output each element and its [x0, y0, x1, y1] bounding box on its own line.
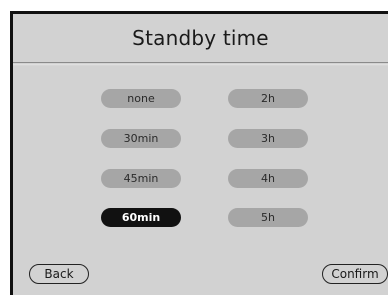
option-45min[interactable]: 45min	[101, 169, 181, 188]
title-divider	[13, 62, 388, 66]
option-none[interactable]: none	[101, 89, 181, 108]
option-3h[interactable]: 3h	[228, 129, 308, 148]
back-button[interactable]: Back	[29, 264, 89, 284]
option-60min[interactable]: 60min	[101, 208, 181, 227]
confirm-button[interactable]: Confirm	[322, 264, 388, 284]
page-title: Standby time	[132, 26, 269, 50]
option-30min[interactable]: 30min	[101, 129, 181, 148]
option-2h[interactable]: 2h	[228, 89, 308, 108]
option-4h[interactable]: 4h	[228, 169, 308, 188]
option-5h[interactable]: 5h	[228, 208, 308, 227]
standby-time-screen: Standby time none 30min 45min 60min 2h 3…	[10, 11, 388, 295]
